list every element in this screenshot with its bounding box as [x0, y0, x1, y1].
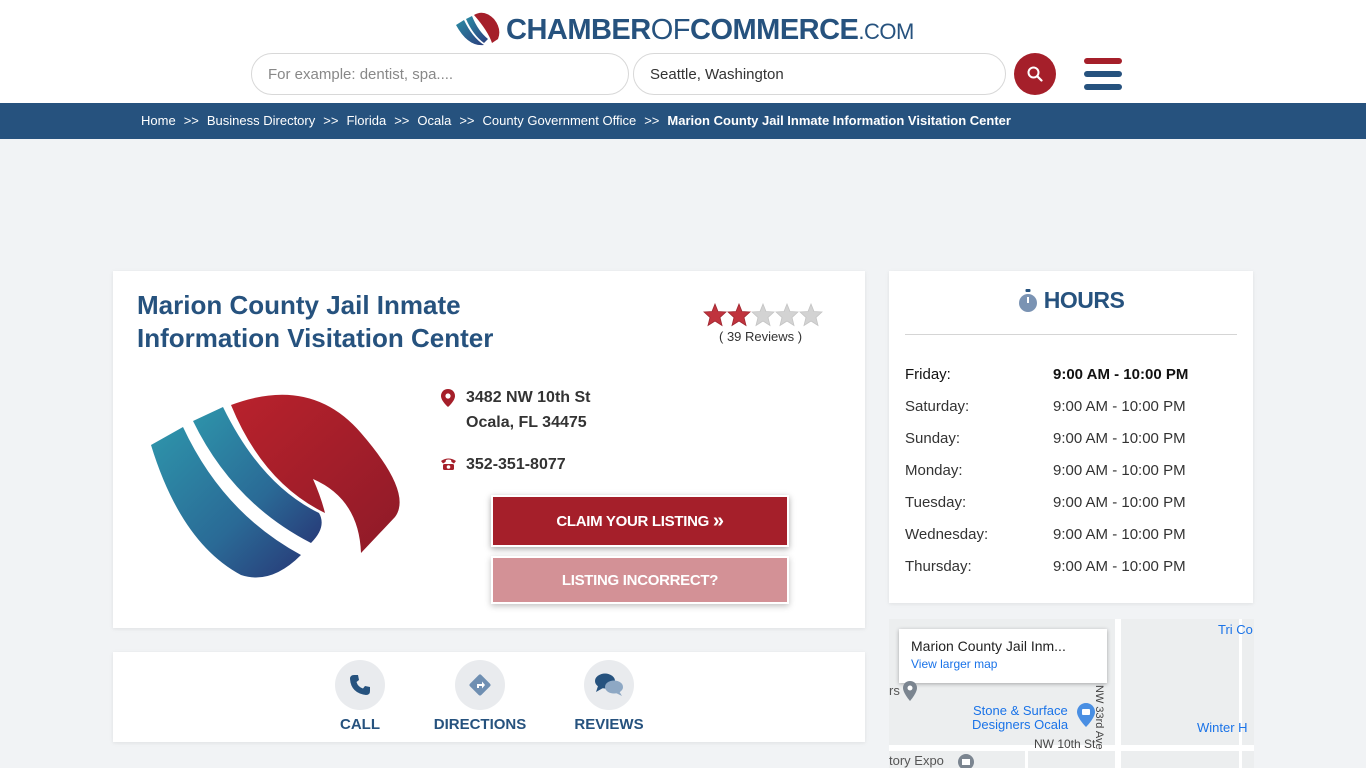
- reviews-circle: [584, 660, 634, 710]
- stopwatch-icon: [1018, 288, 1037, 312]
- breadcrumb-home[interactable]: Home: [141, 113, 176, 128]
- hours-divider: [905, 334, 1237, 335]
- directions-action[interactable]: DIRECTIONS: [425, 660, 535, 733]
- claim-listing-label: CLAIM YOUR LISTING: [556, 512, 709, 530]
- logo-wordmark: CHAMBEROFCOMMERCE.COM: [506, 13, 914, 46]
- star-empty-icon: [775, 303, 799, 327]
- hours-time: 9:00 AM - 10:00 PM: [1053, 462, 1186, 479]
- business-card: Marion County Jail Inmate Information Vi…: [113, 271, 865, 628]
- double-chevron-right-icon: »: [712, 510, 724, 532]
- map-label-store-line2: Designers Ocala: [972, 717, 1069, 732]
- hours-header: HOURS: [889, 287, 1253, 314]
- hours-day: Tuesday:: [905, 494, 967, 511]
- business-logo-icon: [151, 394, 400, 578]
- map-poi-icon: [958, 754, 974, 768]
- hours-time: 9:00 AM - 10:00 PM: [1053, 526, 1186, 543]
- star-empty-icon: [751, 303, 775, 327]
- map-label-store-line1: Stone & Surface: [973, 703, 1068, 718]
- listing-incorrect-label: LISTING INCORRECT?: [561, 571, 719, 589]
- chat-icon: [595, 673, 623, 696]
- hamburger-menu-icon[interactable]: [1084, 58, 1122, 90]
- phone-number[interactable]: 352-351-8077: [466, 456, 566, 474]
- breadcrumb-county-government-office[interactable]: County Government Office: [483, 113, 637, 128]
- hours-day: Wednesday:: [905, 526, 989, 543]
- search-icon: [1027, 66, 1043, 82]
- star-rating: [703, 303, 823, 327]
- map-road-minor: [1025, 745, 1028, 768]
- hours-day: Monday:: [905, 462, 963, 479]
- search-what-input[interactable]: For example: dentist, spa....: [251, 53, 629, 95]
- hours-time: 9:00 AM - 10:00 PM: [1053, 398, 1186, 415]
- search-location-input[interactable]: Seattle, Washington: [633, 53, 1006, 95]
- map-poi-pin-icon: [903, 681, 917, 701]
- reviews-label: REVIEWS: [574, 716, 644, 733]
- breadcrumb-separator: >>: [394, 113, 410, 128]
- address-line-2: Ocala, FL 34475: [466, 414, 587, 431]
- breadcrumb-current: Marion County Jail Inmate Information Vi…: [667, 113, 1011, 128]
- breadcrumb-ocala[interactable]: Ocala: [417, 113, 451, 128]
- site-logo[interactable]: CHAMBEROFCOMMERCE.COM: [454, 10, 914, 50]
- phone-icon: [350, 675, 370, 695]
- location-pin-icon: [441, 389, 455, 407]
- phone-icon: [441, 458, 456, 470]
- call-label: CALL: [340, 716, 380, 733]
- claim-listing-button[interactable]: CLAIM YOUR LISTING »: [491, 495, 789, 547]
- map-label-tri-co: Tri Co: [1218, 622, 1253, 637]
- hours-title: HOURS: [1043, 287, 1125, 313]
- hours-time: 9:00 AM - 10:00 PM: [1053, 558, 1186, 575]
- map-info-box: Marion County Jail Inm... View larger ma…: [899, 629, 1107, 683]
- site-header: CHAMBEROFCOMMERCE.COM For example: denti…: [0, 0, 1366, 103]
- hours-time: 9:00 AM - 10:00 PM: [1053, 366, 1189, 383]
- map-embed[interactable]: Marion County Jail Inm... View larger ma…: [889, 619, 1254, 768]
- listing-incorrect-button[interactable]: LISTING INCORRECT?: [491, 556, 789, 604]
- breadcrumb: Home >> Business Directory >> Florida >> Ocala…: [0, 103, 1366, 139]
- call-action[interactable]: CALL: [305, 660, 415, 733]
- reviews-action[interactable]: REVIEWS: [554, 660, 664, 733]
- search-button[interactable]: [1014, 53, 1056, 95]
- breadcrumb-business-directory[interactable]: Business Directory: [207, 113, 315, 128]
- hours-time: 9:00 AM - 10:00 PM: [1053, 430, 1186, 447]
- star-filled-icon: [703, 303, 727, 327]
- actions-card: CALL DIRECTIONS REVIEWS: [113, 652, 865, 742]
- breadcrumb-separator: >>: [183, 113, 199, 128]
- star-filled-icon: [727, 303, 751, 327]
- directions-label: DIRECTIONS: [433, 716, 527, 733]
- hours-day: Friday:: [905, 366, 951, 383]
- breadcrumb-florida[interactable]: Florida: [346, 113, 386, 128]
- map-label-rs: rs: [889, 683, 900, 698]
- breadcrumb-separator: >>: [459, 113, 475, 128]
- address-line-1: 3482 NW 10th St: [466, 389, 591, 406]
- breadcrumb-separator: >>: [323, 113, 339, 128]
- business-title: Marion County Jail Inmate Information Vi…: [137, 290, 494, 353]
- hours-card: HOURS Friday: 9:00 AM - 10:00 PM Saturday:…: [889, 271, 1253, 603]
- map-label-winter: Winter H: [1197, 720, 1248, 735]
- hours-day: Thursday:: [905, 558, 972, 575]
- map-label-street-h: NW 10th St: [1034, 737, 1096, 751]
- hours-day: Saturday:: [905, 398, 970, 415]
- directions-icon: [469, 674, 491, 696]
- view-larger-map-link[interactable]: View larger map: [911, 657, 1095, 671]
- star-empty-icon: [799, 303, 823, 327]
- breadcrumb-separator: >>: [644, 113, 660, 128]
- map-place-name: Marion County Jail Inm...: [911, 638, 1066, 654]
- hours-time: 9:00 AM - 10:00 PM: [1053, 494, 1186, 511]
- logo-mark-icon: [456, 12, 500, 46]
- hours-day: Sunday:: [905, 430, 961, 447]
- reviews-count[interactable]: ( 39 Reviews ): [719, 329, 802, 344]
- map-label-expo: tory Expo: [889, 753, 944, 768]
- call-circle: [335, 660, 385, 710]
- directions-circle: [455, 660, 505, 710]
- map-road-minor: [1239, 619, 1242, 768]
